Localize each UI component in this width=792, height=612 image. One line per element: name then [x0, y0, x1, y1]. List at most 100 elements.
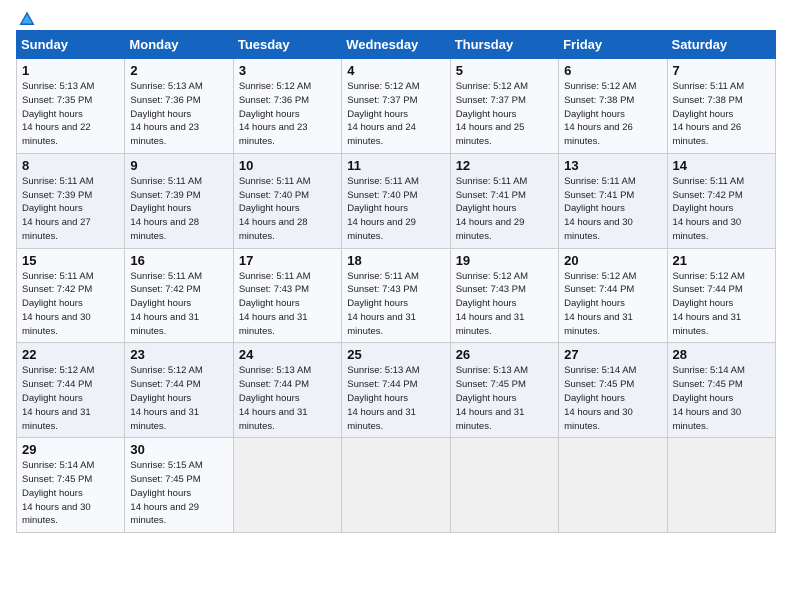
daylight-label: Daylight hours — [347, 393, 408, 404]
calendar-cell-9: 9 Sunrise: 5:11 AM Sunset: 7:39 PM Dayli… — [125, 153, 233, 248]
sunrise-label: Sunrise: — [347, 81, 382, 92]
day-info: Sunrise: 5:11 AM Sunset: 7:42 PM Dayligh… — [130, 270, 227, 339]
calendar-cell-10: 10 Sunrise: 5:11 AM Sunset: 7:40 PM Dayl… — [233, 153, 341, 248]
daylight-label: Daylight hours — [456, 298, 517, 309]
column-header-tuesday: Tuesday — [233, 31, 341, 59]
sunset-label: Sunset: — [456, 190, 488, 201]
day-info: Sunrise: 5:13 AM Sunset: 7:45 PM Dayligh… — [456, 364, 553, 433]
sunset-label: Sunset: — [456, 284, 488, 295]
day-number: 21 — [673, 253, 770, 268]
calendar-cell-23: 23 Sunrise: 5:12 AM Sunset: 7:44 PM Dayl… — [125, 343, 233, 438]
daylight-label: Daylight hours — [239, 298, 300, 309]
sunset-label: Sunset: — [239, 379, 271, 390]
calendar-cell-16: 16 Sunrise: 5:11 AM Sunset: 7:42 PM Dayl… — [125, 248, 233, 343]
sunset-label: Sunset: — [22, 379, 54, 390]
day-number: 22 — [22, 347, 119, 362]
column-header-monday: Monday — [125, 31, 233, 59]
daylight-label: Daylight hours — [130, 488, 191, 499]
calendar-week-4: 22 Sunrise: 5:12 AM Sunset: 7:44 PM Dayl… — [17, 343, 776, 438]
day-number: 8 — [22, 158, 119, 173]
calendar-cell-27: 27 Sunrise: 5:14 AM Sunset: 7:45 PM Dayl… — [559, 343, 667, 438]
daylight-label: Daylight hours — [22, 488, 83, 499]
calendar-header-row: SundayMondayTuesdayWednesdayThursdayFrid… — [17, 31, 776, 59]
day-info: Sunrise: 5:11 AM Sunset: 7:41 PM Dayligh… — [456, 175, 553, 244]
sunrise-label: Sunrise: — [456, 81, 491, 92]
daylight-label: Daylight hours — [564, 109, 625, 120]
sunset-label: Sunset: — [564, 379, 596, 390]
sunrise-label: Sunrise: — [673, 81, 708, 92]
day-number: 28 — [673, 347, 770, 362]
sunset-label: Sunset: — [673, 190, 705, 201]
calendar-cell-5: 5 Sunrise: 5:12 AM Sunset: 7:37 PM Dayli… — [450, 59, 558, 154]
sunset-label: Sunset: — [130, 379, 162, 390]
calendar-cell-19: 19 Sunrise: 5:12 AM Sunset: 7:43 PM Dayl… — [450, 248, 558, 343]
day-number: 10 — [239, 158, 336, 173]
day-number: 9 — [130, 158, 227, 173]
sunrise-label: Sunrise: — [564, 81, 599, 92]
day-info: Sunrise: 5:12 AM Sunset: 7:44 PM Dayligh… — [673, 270, 770, 339]
day-info: Sunrise: 5:11 AM Sunset: 7:42 PM Dayligh… — [22, 270, 119, 339]
day-number: 1 — [22, 63, 119, 78]
calendar-cell-20: 20 Sunrise: 5:12 AM Sunset: 7:44 PM Dayl… — [559, 248, 667, 343]
daylight-label: Daylight hours — [564, 298, 625, 309]
day-info: Sunrise: 5:11 AM Sunset: 7:41 PM Dayligh… — [564, 175, 661, 244]
calendar-cell-28: 28 Sunrise: 5:14 AM Sunset: 7:45 PM Dayl… — [667, 343, 775, 438]
sunrise-label: Sunrise: — [564, 365, 599, 376]
day-info: Sunrise: 5:14 AM Sunset: 7:45 PM Dayligh… — [673, 364, 770, 433]
sunset-label: Sunset: — [564, 95, 596, 106]
column-header-friday: Friday — [559, 31, 667, 59]
calendar-cell-15: 15 Sunrise: 5:11 AM Sunset: 7:42 PM Dayl… — [17, 248, 125, 343]
day-number: 13 — [564, 158, 661, 173]
sunrise-label: Sunrise: — [564, 271, 599, 282]
calendar-cell-25: 25 Sunrise: 5:13 AM Sunset: 7:44 PM Dayl… — [342, 343, 450, 438]
day-info: Sunrise: 5:11 AM Sunset: 7:39 PM Dayligh… — [130, 175, 227, 244]
calendar-week-3: 15 Sunrise: 5:11 AM Sunset: 7:42 PM Dayl… — [17, 248, 776, 343]
day-info: Sunrise: 5:11 AM Sunset: 7:40 PM Dayligh… — [239, 175, 336, 244]
sunrise-label: Sunrise: — [673, 271, 708, 282]
calendar-week-1: 1 Sunrise: 5:13 AM Sunset: 7:35 PM Dayli… — [17, 59, 776, 154]
day-info: Sunrise: 5:14 AM Sunset: 7:45 PM Dayligh… — [22, 459, 119, 528]
sunrise-label: Sunrise: — [130, 176, 165, 187]
day-number: 26 — [456, 347, 553, 362]
sunrise-label: Sunrise: — [347, 271, 382, 282]
day-info: Sunrise: 5:12 AM Sunset: 7:37 PM Dayligh… — [456, 80, 553, 149]
calendar-cell-12: 12 Sunrise: 5:11 AM Sunset: 7:41 PM Dayl… — [450, 153, 558, 248]
daylight-label: Daylight hours — [564, 393, 625, 404]
calendar-cell-26: 26 Sunrise: 5:13 AM Sunset: 7:45 PM Dayl… — [450, 343, 558, 438]
day-number: 19 — [456, 253, 553, 268]
sunset-label: Sunset: — [456, 379, 488, 390]
day-info: Sunrise: 5:13 AM Sunset: 7:44 PM Dayligh… — [239, 364, 336, 433]
daylight-label: Daylight hours — [673, 393, 734, 404]
day-number: 20 — [564, 253, 661, 268]
sunset-label: Sunset: — [673, 95, 705, 106]
sunset-label: Sunset: — [22, 284, 54, 295]
sunset-label: Sunset: — [564, 190, 596, 201]
sunrise-label: Sunrise: — [456, 176, 491, 187]
day-info: Sunrise: 5:11 AM Sunset: 7:40 PM Dayligh… — [347, 175, 444, 244]
day-number: 27 — [564, 347, 661, 362]
daylight-label: Daylight hours — [239, 203, 300, 214]
sunset-label: Sunset: — [564, 284, 596, 295]
calendar-cell-4: 4 Sunrise: 5:12 AM Sunset: 7:37 PM Dayli… — [342, 59, 450, 154]
calendar-cell-11: 11 Sunrise: 5:11 AM Sunset: 7:40 PM Dayl… — [342, 153, 450, 248]
day-number: 23 — [130, 347, 227, 362]
day-number: 17 — [239, 253, 336, 268]
calendar-cell-6: 6 Sunrise: 5:12 AM Sunset: 7:38 PM Dayli… — [559, 59, 667, 154]
day-info: Sunrise: 5:14 AM Sunset: 7:45 PM Dayligh… — [564, 364, 661, 433]
sunrise-label: Sunrise: — [22, 176, 57, 187]
sunrise-label: Sunrise: — [673, 176, 708, 187]
logo — [16, 10, 36, 24]
sunrise-label: Sunrise: — [130, 271, 165, 282]
daylight-label: Daylight hours — [22, 109, 83, 120]
column-header-thursday: Thursday — [450, 31, 558, 59]
sunset-label: Sunset: — [239, 190, 271, 201]
calendar-cell-1: 1 Sunrise: 5:13 AM Sunset: 7:35 PM Dayli… — [17, 59, 125, 154]
calendar-cell- — [450, 438, 558, 533]
sunset-label: Sunset: — [22, 474, 54, 485]
day-number: 2 — [130, 63, 227, 78]
sunset-label: Sunset: — [130, 95, 162, 106]
daylight-label: Daylight hours — [130, 298, 191, 309]
calendar-cell- — [233, 438, 341, 533]
day-info: Sunrise: 5:11 AM Sunset: 7:39 PM Dayligh… — [22, 175, 119, 244]
sunrise-label: Sunrise: — [130, 460, 165, 471]
